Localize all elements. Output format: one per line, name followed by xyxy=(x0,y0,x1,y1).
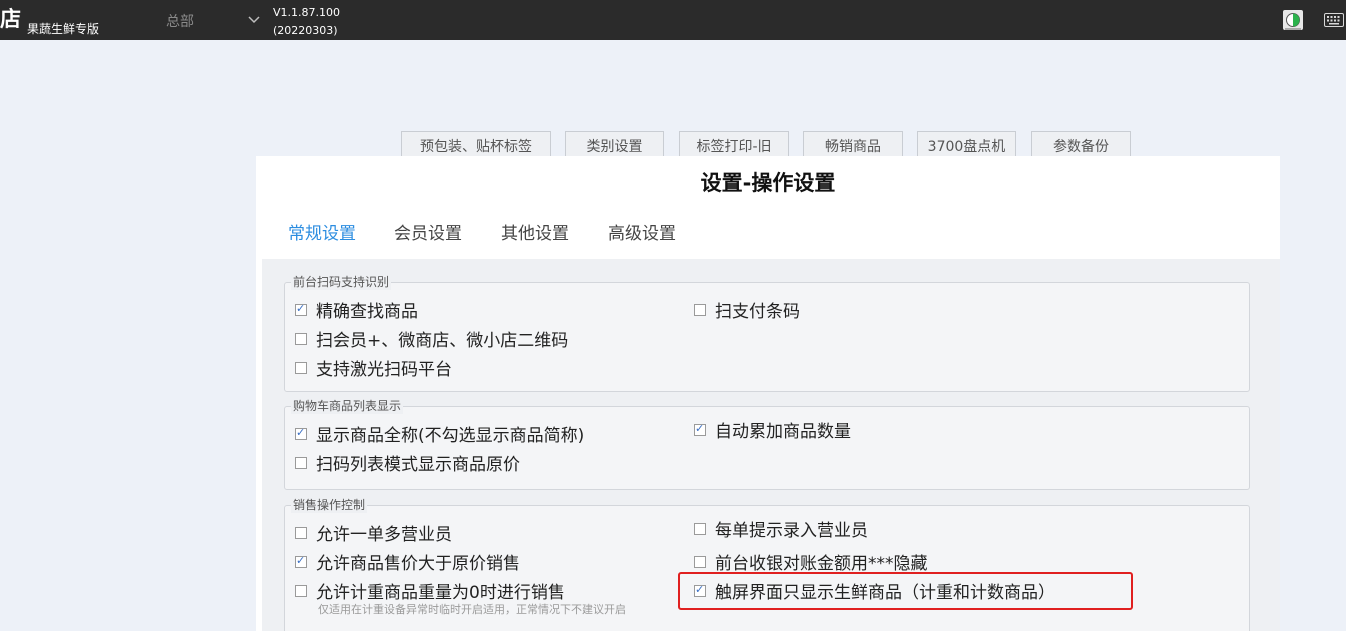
app-name: 果蔬生鲜专版 xyxy=(27,22,100,36)
scan-member-qr-checkbox[interactable]: 扫会员+、微商店、微小店二维码 xyxy=(295,326,568,351)
checkbox-checked[interactable] xyxy=(295,302,307,316)
scan-recognition-group: 前台扫码支持识别 精确查找商品 扫支付条码 扫会员+、微商店、微小店二维码 支持… xyxy=(284,274,1250,392)
tab-advanced-settings[interactable]: 高级设置 xyxy=(608,219,676,244)
checkbox-label: 允许计重商品重量为0时进行销售 xyxy=(316,583,565,603)
checkbox-unchecked[interactable] xyxy=(694,522,706,535)
checkbox-label: 精确查找商品 xyxy=(316,302,418,322)
checkbox-label: 扫会员+、微商店、微小店二维码 xyxy=(316,331,569,351)
sales-control-group: 销售操作控制 允许一单多营业员 每单提示录入营业员 允许商品售价大于原价销售 前… xyxy=(284,497,1250,631)
checkbox-label: 扫支付条码 xyxy=(715,302,800,322)
checkbox-label: 允许商品售价大于原价销售 xyxy=(316,554,520,574)
price-above-original-checkbox[interactable]: 允许商品售价大于原价销售 xyxy=(295,549,520,574)
chevron-down-icon[interactable] xyxy=(247,12,261,26)
checkbox-label: 前台收银对账金额用***隐藏 xyxy=(715,554,928,574)
multi-salesperson-checkbox[interactable]: 允许一单多营业员 xyxy=(295,520,452,545)
group-title: 销售操作控制 xyxy=(291,497,368,513)
checkbox-checked[interactable] xyxy=(295,554,307,568)
build-label: (20220303) xyxy=(273,24,338,37)
cart-list-display-group: 购物车商品列表显示 显示商品全称(不勾选显示商品简称) 自动累加商品数量 扫码列… xyxy=(284,398,1250,490)
highlight-box xyxy=(678,572,1133,610)
app-logo: 店 xyxy=(0,7,21,31)
zero-weight-sale-checkbox[interactable]: 允许计重商品重量为0时进行销售 xyxy=(295,578,565,603)
group-title: 前台扫码支持识别 xyxy=(291,274,392,290)
checkbox-unchecked[interactable] xyxy=(295,526,307,539)
prompt-salesperson-checkbox[interactable]: 每单提示录入营业员 xyxy=(694,516,868,541)
zero-weight-note: 仅适用在计重设备异常时临时开启适用，正常情况下不建议开启 xyxy=(318,603,626,616)
checkbox-unchecked[interactable] xyxy=(295,584,307,597)
top-bar: 店 果蔬生鲜专版 总部 V1.1.87.100 (20220303) xyxy=(0,0,1346,40)
exact-product-search-checkbox[interactable]: 精确查找商品 xyxy=(295,297,418,322)
checkbox-checked[interactable] xyxy=(694,422,706,436)
panel-title: 设置-操作设置 xyxy=(700,171,836,195)
checkbox-label: 自动累加商品数量 xyxy=(715,422,851,442)
checkbox-label: 扫码列表模式显示商品原价 xyxy=(316,455,520,475)
laser-scan-platform-checkbox[interactable]: 支持激光扫码平台 xyxy=(295,355,452,380)
checkbox-label: 显示商品全称(不勾选显示商品简称) xyxy=(316,426,585,446)
group-title: 购物车商品列表显示 xyxy=(291,398,404,414)
scan-payment-code-checkbox[interactable]: 扫支付条码 xyxy=(694,297,800,322)
tab-member-settings[interactable]: 会员设置 xyxy=(394,219,462,244)
checkbox-unchecked[interactable] xyxy=(694,303,706,316)
checkbox-checked[interactable] xyxy=(295,426,307,440)
checkbox-unchecked[interactable] xyxy=(295,332,307,345)
settings-panel: 设置-操作设置 常规设置 会员设置 其他设置 高级设置 前台扫码支持识别 精确查… xyxy=(256,156,1280,631)
checkbox-unchecked[interactable] xyxy=(295,361,307,374)
keyboard-icon[interactable] xyxy=(1324,13,1344,27)
version-label: V1.1.87.100 xyxy=(273,6,341,19)
scale-icon[interactable] xyxy=(1281,8,1305,32)
store-selector[interactable]: 总部 xyxy=(166,11,194,31)
tab-general-settings[interactable]: 常规设置 xyxy=(288,219,356,244)
hide-reconciliation-amount-checkbox[interactable]: 前台收银对账金额用***隐藏 xyxy=(694,549,928,574)
show-full-name-checkbox[interactable]: 显示商品全称(不勾选显示商品简称) xyxy=(295,421,584,446)
checkbox-unchecked[interactable] xyxy=(295,456,307,469)
checkbox-label: 允许一单多营业员 xyxy=(316,525,452,545)
checkbox-unchecked[interactable] xyxy=(694,555,706,568)
checkbox-label: 支持激光扫码平台 xyxy=(316,360,452,380)
show-original-price-checkbox[interactable]: 扫码列表模式显示商品原价 xyxy=(295,450,520,475)
checkbox-label: 每单提示录入营业员 xyxy=(715,521,868,541)
auto-accumulate-quantity-checkbox[interactable]: 自动累加商品数量 xyxy=(694,417,851,442)
tab-other-settings[interactable]: 其他设置 xyxy=(501,219,569,244)
